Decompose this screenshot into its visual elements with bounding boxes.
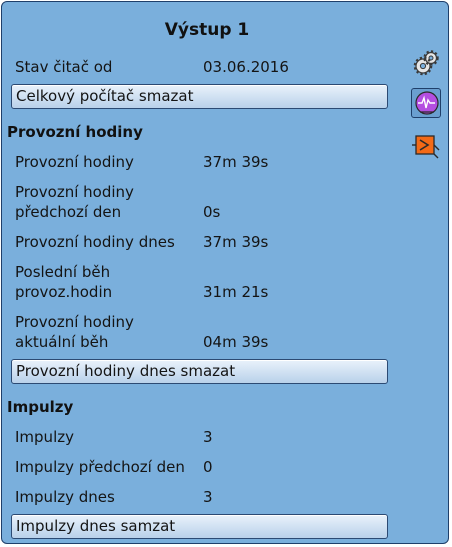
reset-impulses-today-button[interactable]: Impulzy dnes samzat (11, 514, 388, 539)
impulses-prev-day-value: 0 (203, 458, 213, 476)
impulses-today-label: Impulzy dnes (15, 488, 115, 506)
counter-since-value: 03.06.2016 (203, 58, 289, 76)
output-panel: Výstup 1 Stav čitač od 03.06.2016 Celkov… (1, 1, 449, 544)
impulses-label: Impulzy (15, 428, 74, 446)
last-run-label-line1: Poslední běh (15, 263, 111, 281)
current-run-value: 04m 39s (203, 333, 269, 351)
operating-hours-prev-day-value: 0s (203, 203, 221, 221)
impulses-prev-day-label: Impulzy předchozí den (15, 458, 185, 476)
operating-hours-today-value: 37m 39s (203, 233, 269, 251)
reset-operating-hours-today-button[interactable]: Provozní hodiny dnes smazat (11, 359, 388, 384)
counter-since-label: Stav čitač od (15, 58, 113, 76)
output-switch-icon[interactable] (411, 130, 441, 160)
operating-hours-heading: Provozní hodiny (7, 123, 143, 141)
page-title: Výstup 1 (164, 20, 250, 40)
current-run-label-line1: Provozní hodiny (15, 313, 134, 331)
operating-hours-today-label: Provozní hodiny dnes (15, 233, 175, 251)
operating-hours-label: Provozní hodiny (15, 153, 134, 171)
impulses-today-value: 3 (203, 488, 213, 506)
operating-hours-value: 37m 39s (203, 153, 269, 171)
last-run-label-line2: provoz.hodin (15, 283, 113, 301)
last-run-value: 31m 21s (203, 283, 269, 301)
current-run-label-line2: aktuální běh (15, 333, 109, 351)
impulses-heading: Impulzy (7, 398, 74, 416)
chart-recorder-icon[interactable] (411, 88, 441, 118)
reset-total-counter-button[interactable]: Celkový počítač smazat (11, 84, 388, 109)
operating-hours-prev-day-label-line2: předchozí den (15, 203, 122, 221)
impulses-value: 3 (203, 428, 213, 446)
gear-icon[interactable] (411, 48, 441, 78)
operating-hours-prev-day-label-line1: Provozní hodiny (15, 183, 134, 201)
